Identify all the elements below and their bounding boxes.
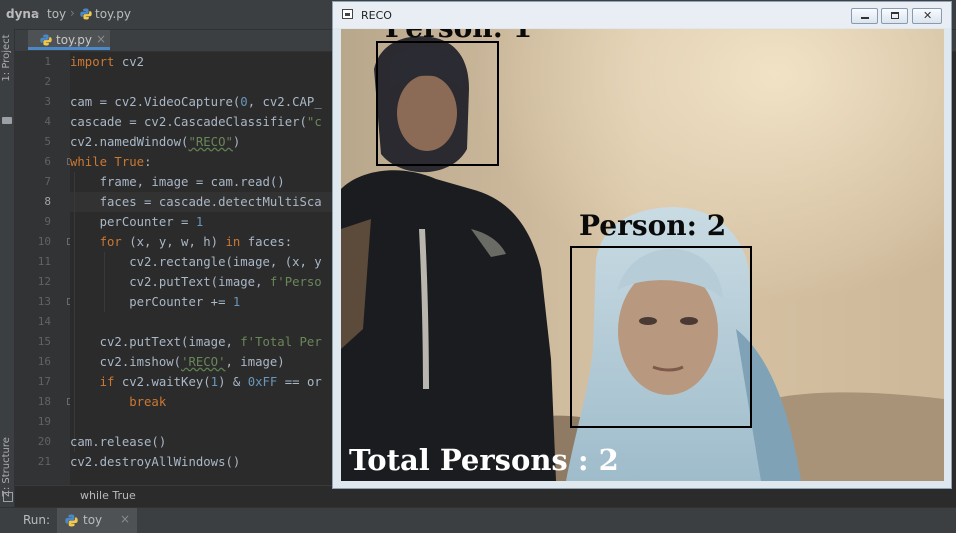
left-tool-strip: 1: Project Z: Structure [0,29,15,507]
run-config-tab[interactable]: toy × [57,508,137,533]
nav-file-label: toy.py [95,7,131,21]
python-file-icon [40,34,52,46]
code-line: perCounter = 1 [70,215,204,229]
code-line: perCounter += 1 [70,295,241,309]
line-number-gutter: 1 2 3 4 5 6 7 8 9 10 11 12 13 14 15 16 1… [15,52,74,485]
line-number: 21 [37,455,51,468]
line-number: 9 [44,215,51,228]
line-number: 15 [37,335,51,348]
chevron-right-icon: › [70,6,75,20]
reco-window-title: RECO [361,9,392,22]
code-line: for (x, y, w, h) in faces: [70,235,293,249]
folder-icon [2,117,12,124]
line-number: 14 [37,315,51,328]
line-number: 11 [37,255,51,268]
line-number: 16 [37,355,51,368]
line-number: 7 [44,175,51,188]
reco-window[interactable]: RECO ✕ Person: 2 Total Persons: 2 [332,1,952,489]
camera-frame: Person: 1 Person: 2 Total Persons : 2 [341,29,944,481]
code-line: while True: [70,155,152,169]
tab-label: toy.py [56,33,92,47]
code-line: if cv2.waitKey(1) & 0xFF == or [70,375,322,389]
minimize-icon [861,17,869,19]
code-line: cam = cv2.VideoCapture(0, cv2.CAP_ [70,95,322,109]
person-label: Person: 2 [579,209,727,242]
line-number: 20 [37,435,51,448]
person-label: Person: 1 [385,29,532,44]
breadcrumb-item[interactable]: while True [80,489,136,502]
code-line: cascade = cv2.CascadeClassifier("c [70,115,322,129]
code-editor[interactable]: import cv2 cam = cv2.VideoCapture(0, cv2… [70,52,332,485]
line-number: 4 [44,115,51,128]
code-line: cv2.putText(image, f'Perso [70,275,322,289]
line-number: 10 [37,235,51,248]
structure-tool-button[interactable]: Z: Structure [0,437,14,497]
line-number: 3 [44,95,51,108]
code-line: faces = cascade.detectMultiSca [70,195,322,209]
run-config-name: toy [83,513,103,527]
line-number: 6 [44,155,51,168]
code-line: cam.release() [70,435,167,449]
tab-toy-py[interactable]: toy.py × [28,30,110,50]
chevron-right-icon: › [35,6,40,20]
code-line: cv2.destroyAllWindows() [70,455,241,469]
line-number: 1 [44,55,51,68]
code-line: cv2.namedWindow("RECO") [70,135,241,149]
reco-titlebar[interactable]: RECO ✕ [333,2,951,28]
code-line: import cv2 [70,55,145,69]
maximize-button[interactable] [881,8,908,24]
editor-breadcrumb: while True [15,485,332,506]
face-detection-box [570,246,752,428]
code-line: frame, image = cam.read() [70,175,285,189]
minimize-button[interactable] [851,8,878,24]
close-icon: ✕ [923,9,933,22]
run-tool-bar: Run: toy × [0,507,956,533]
line-number: 5 [44,135,51,148]
window-app-icon [342,9,353,19]
run-label: Run: [23,513,51,527]
python-icon [65,514,78,527]
line-number: 17 [37,375,51,388]
close-icon[interactable]: × [96,32,106,46]
nav-folder[interactable]: toy [47,7,66,21]
line-number: 2 [44,75,51,88]
python-file-icon [80,8,92,20]
code-line: cv2.imshow('RECO', image) [70,355,285,369]
structure-icon [3,492,13,502]
project-tool-button[interactable]: 1: Project [0,29,14,87]
close-button[interactable]: ✕ [912,8,942,24]
line-number: 8 [44,195,51,208]
face-detection-box [376,41,499,166]
line-number: 18 [37,395,51,408]
nav-file[interactable]: toy.py [80,7,131,21]
code-line: cv2.rectangle(image, (x, y [70,255,322,269]
line-number: 19 [37,415,51,428]
maximize-icon [891,12,899,19]
total-persons-label: Total Persons : 2 [349,443,619,477]
code-line: break [70,395,167,409]
close-icon[interactable]: × [120,512,130,526]
line-number: 12 [37,275,51,288]
code-line: cv2.putText(image, f'Total Per [70,335,322,349]
line-number: 13 [37,295,51,308]
